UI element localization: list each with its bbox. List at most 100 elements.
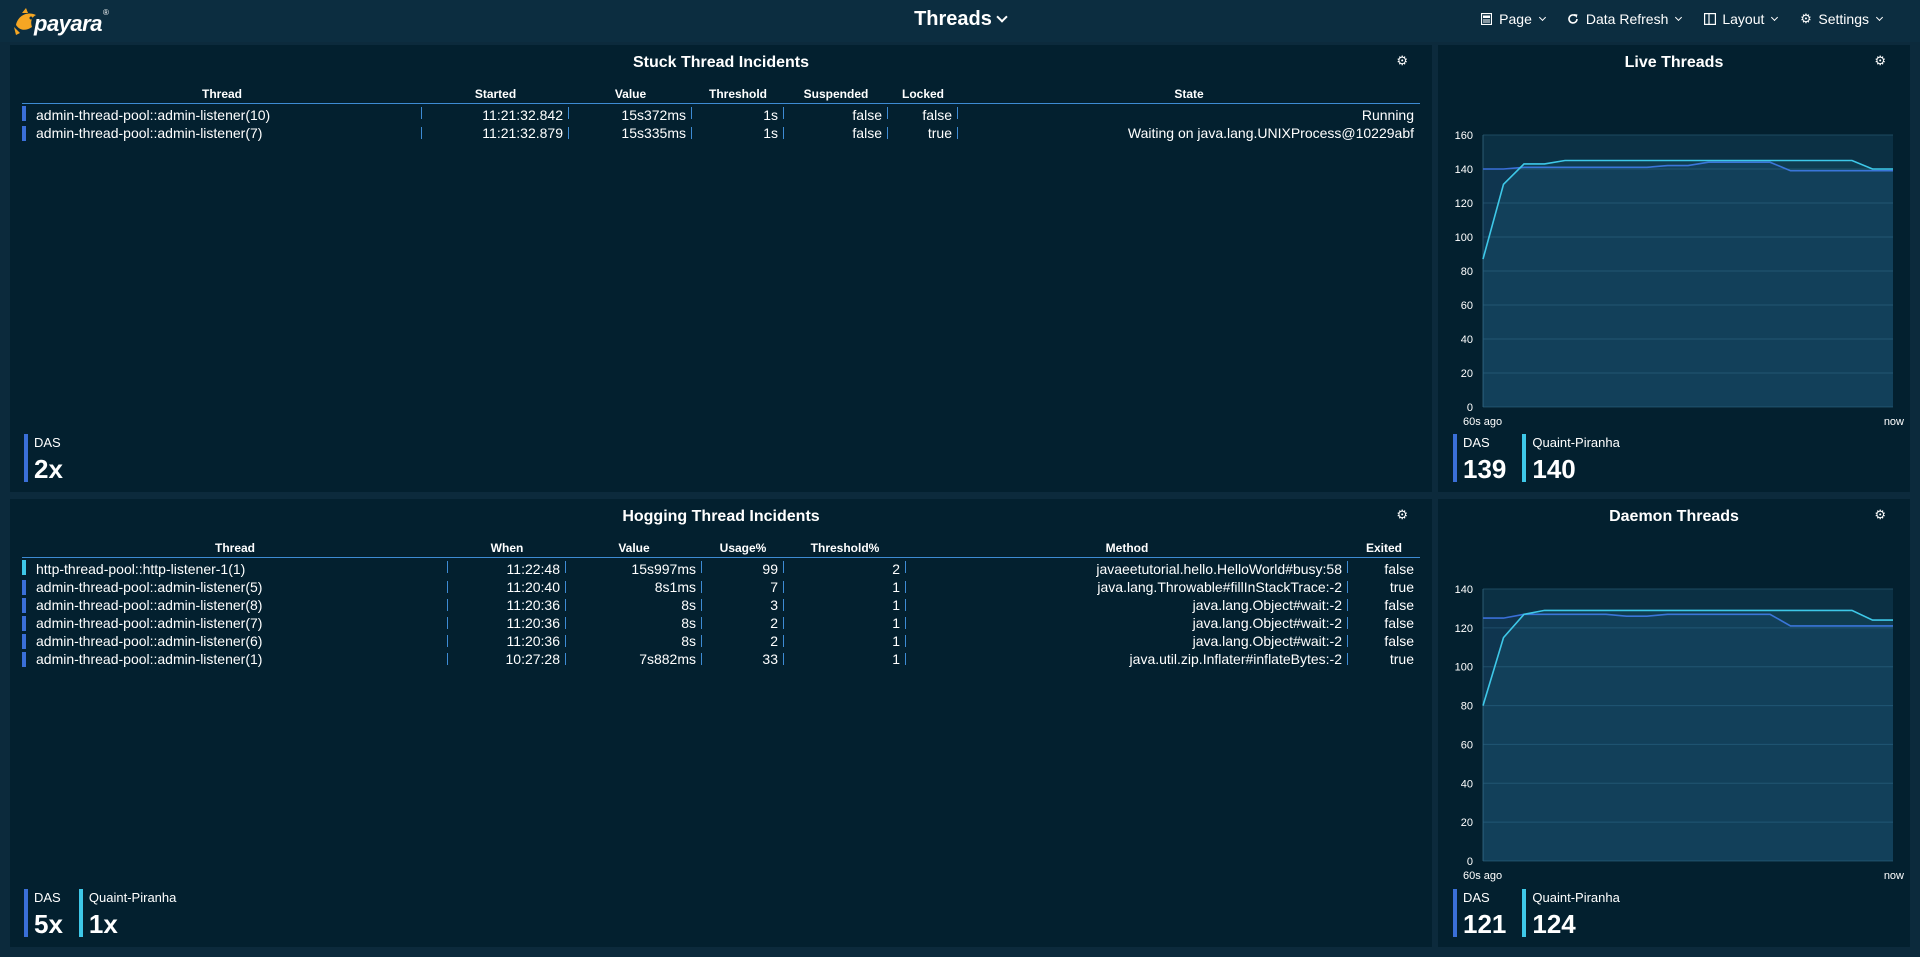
table-cell: javaeetutorial.hello.HelloWorld#busy:58 [906,557,1348,578]
table-cell: false [1384,614,1414,631]
column-header[interactable]: Value [566,541,702,558]
table-cell: 2 [702,632,784,650]
chevron-down-icon [1675,13,1683,21]
series-color-bar [78,889,83,937]
legend: DAS 5x Quaint-Piranha 1x [24,889,176,937]
legend-item-quaint-piranha[interactable]: Quaint-Piranha 124 [1522,889,1620,937]
table-cell: 33 [702,650,784,668]
layout-menu[interactable]: Layout [1703,11,1779,27]
table-row[interactable]: admin-thread-pool::admin-listener(5) 11:… [22,578,1420,596]
layout-menu-label: Layout [1722,11,1765,27]
gear-icon[interactable]: ⚙ [1396,507,1408,523]
column-header[interactable]: State [958,87,1420,104]
table-cell: 11:20:36 [448,632,566,650]
table-row[interactable]: admin-thread-pool::admin-listener(6) 11:… [22,632,1420,650]
legend-value: 5x [34,909,63,939]
live-threads-panel: Live Threads ⚙ 0 20 40 60 80 100 120 140 160 60s … [1438,45,1910,492]
column-header[interactable]: Method [906,541,1348,558]
table-cell: admin-thread-pool::admin-listener(8) [22,596,448,614]
legend-item-das[interactable]: DAS 2x [24,434,63,482]
series-color-bar [22,105,26,121]
legend-item-das[interactable]: DAS 121 [1453,889,1506,937]
legend: DAS 139 Quaint-Piranha 140 [1453,434,1620,482]
table-cell: 1 [784,650,906,668]
table-cell: Running [1361,106,1414,123]
chevron-down-icon [996,11,1008,23]
table-cell: 8s [566,614,702,632]
legend: DAS 2x [24,434,63,482]
table-cell: false [1384,560,1414,577]
table-row[interactable]: admin-thread-pool::admin-listener(7) 11:… [22,614,1420,632]
page-title-text: Threads [914,8,992,30]
table-cell: false [784,103,888,124]
panel-title: Stuck Thread Incidents [632,54,810,71]
table-cell: admin-thread-pool::admin-listener(5) [22,578,448,596]
legend-value: 139 [1463,454,1507,484]
table-cell: 1 [784,578,906,596]
column-header[interactable]: Threshold [692,87,784,104]
column-header[interactable]: Suspended [784,87,888,104]
payara-logo[interactable]: payara ® [12,3,109,37]
table-row[interactable]: http-thread-pool::http-listener-1(1) 11:… [22,557,1420,578]
refresh-icon [1567,13,1580,26]
registered-mark: ® [102,8,109,17]
page-title-selector[interactable]: Threads [914,8,1008,30]
column-header[interactable]: Started [422,87,569,104]
x-tick-label: 60s ago [1463,870,1502,882]
table-cell: admin-thread-pool::admin-listener(7) [22,614,448,632]
data-refresh-menu[interactable]: Data Refresh [1567,11,1683,27]
table-row[interactable]: admin-thread-pool::admin-listener(7) 11:… [22,124,1420,142]
series-color-bar [22,559,26,575]
table-cell: admin-thread-pool::admin-listener(7) [22,124,422,142]
legend-value: 140 [1532,454,1576,484]
table-cell: http-thread-pool::http-listener-1(1) [22,557,448,578]
thread-name: admin-thread-pool::admin-listener(1) [36,650,263,667]
panel-title: Hogging Thread Incidents [622,508,820,525]
column-header[interactable]: Threshold% [784,541,906,558]
y-tick-label: 100 [1455,232,1473,244]
table-cell: true [1389,650,1414,667]
legend-name: Quaint-Piranha [1532,890,1620,905]
column-header[interactable]: Usage% [702,541,784,558]
stuck-thread-table: Thread Started Value Threshold Suspended… [22,87,1420,142]
column-header[interactable]: Value [569,87,692,104]
table-row[interactable]: admin-thread-pool::admin-listener(1) 10:… [22,650,1420,668]
column-header[interactable]: Locked [888,87,958,104]
table-header-row: Thread Started Value Threshold Suspended… [22,87,1420,104]
y-tick-label: 160 [1455,130,1473,142]
gear-icon[interactable]: ⚙ [1396,53,1408,69]
settings-menu[interactable]: ⚙ Settings [1799,11,1884,27]
series-color-bar [22,633,26,649]
table-cell: 2 [702,614,784,632]
gear-icon[interactable]: ⚙ [1874,53,1886,69]
table-row[interactable]: admin-thread-pool::admin-listener(10) 11… [22,103,1420,124]
legend-item-das[interactable]: DAS 5x [24,889,63,937]
table-cell: 2 [784,557,906,578]
table-row[interactable]: admin-thread-pool::admin-listener(8) 11:… [22,596,1420,614]
table-cell: Waiting on java.lang.UNIXProcess@10229ab… [1127,124,1414,141]
column-header[interactable]: Exited [1348,541,1420,558]
table-cell: 10:27:28 [448,650,566,668]
table-header-row: Thread When Value Usage% Threshold% Meth… [22,541,1420,558]
live-threads-chart: 0 20 40 60 80 100 120 140 160 60s ago now [1455,130,1904,428]
legend-item-das[interactable]: DAS 139 [1453,434,1506,482]
gear-icon[interactable]: ⚙ [1874,507,1886,523]
series-color-bar [1453,434,1457,482]
column-header[interactable]: Thread [22,541,448,558]
legend-value: 1x [88,909,118,939]
y-tick-label: 0 [1467,856,1473,868]
legend-value: 121 [1463,909,1507,939]
table-cell: 1 [784,596,906,614]
legend-item-quaint-piranha[interactable]: Quaint-Piranha 140 [1522,434,1620,484]
column-header[interactable]: Thread [22,87,422,104]
page-menu[interactable]: Page [1480,11,1546,27]
table-cell: true [888,124,958,142]
table-cell: false [784,124,888,142]
legend-name: Quaint-Piranha [88,890,177,905]
series-area [1483,160,1893,407]
legend: DAS 121 Quaint-Piranha 124 [1453,889,1620,937]
daemon-threads-panel: Daemon Threads ⚙ 0 20 40 60 80 100 120 140 60s a… [1438,499,1910,947]
table-cell: java.lang.Object#wait:-2 [906,614,1348,632]
legend-item-quaint-piranha[interactable]: Quaint-Piranha 1x [78,889,177,939]
column-header[interactable]: When [448,541,566,558]
